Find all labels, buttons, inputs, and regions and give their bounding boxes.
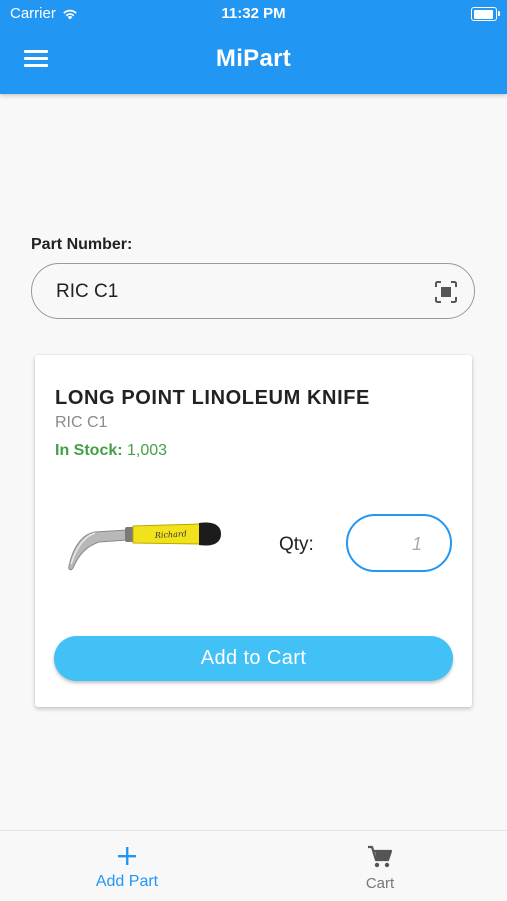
tab-add-part-label: Add Part <box>95 873 159 890</box>
product-card: LONG POINT LINOLEUM KNIFE RIC C1 In Stoc… <box>35 355 472 707</box>
tab-cart[interactable]: Cart <box>315 831 445 901</box>
part-number-label: Part Number: <box>31 236 133 253</box>
tab-add-part[interactable]: Add Part <box>62 831 192 901</box>
status-bar: Carrier 11:32 PM <box>0 0 507 28</box>
product-image: Richard <box>68 522 221 571</box>
qty-field <box>346 514 452 572</box>
barcode-scan-icon[interactable] <box>434 280 458 304</box>
cart-icon <box>368 845 393 868</box>
add-to-cart-button[interactable]: Add to Cart <box>54 636 453 681</box>
product-part-number: RIC C1 <box>55 414 108 431</box>
qty-label: Qty: <box>279 534 314 555</box>
part-number-input[interactable] <box>54 278 418 306</box>
bottom-tab-bar: Add Part Cart <box>0 830 507 901</box>
qty-input[interactable] <box>358 531 424 557</box>
stock-status: In Stock: 1,003 <box>55 442 167 460</box>
product-image-brand: Richard <box>154 529 187 540</box>
stock-label: In Stock: <box>55 442 123 459</box>
plus-icon <box>118 847 136 865</box>
page-title: MiPart <box>215 45 292 72</box>
product-name: LONG POINT LINOLEUM KNIFE <box>55 387 370 409</box>
part-number-field <box>31 263 475 319</box>
status-time: 11:32 PM <box>221 5 286 22</box>
battery-icon <box>471 7 500 21</box>
stock-value: 1,003 <box>127 442 168 459</box>
app-bar: Carrier 11:32 PM MiPart <box>0 0 507 94</box>
tab-cart-label: Cart <box>365 875 395 892</box>
